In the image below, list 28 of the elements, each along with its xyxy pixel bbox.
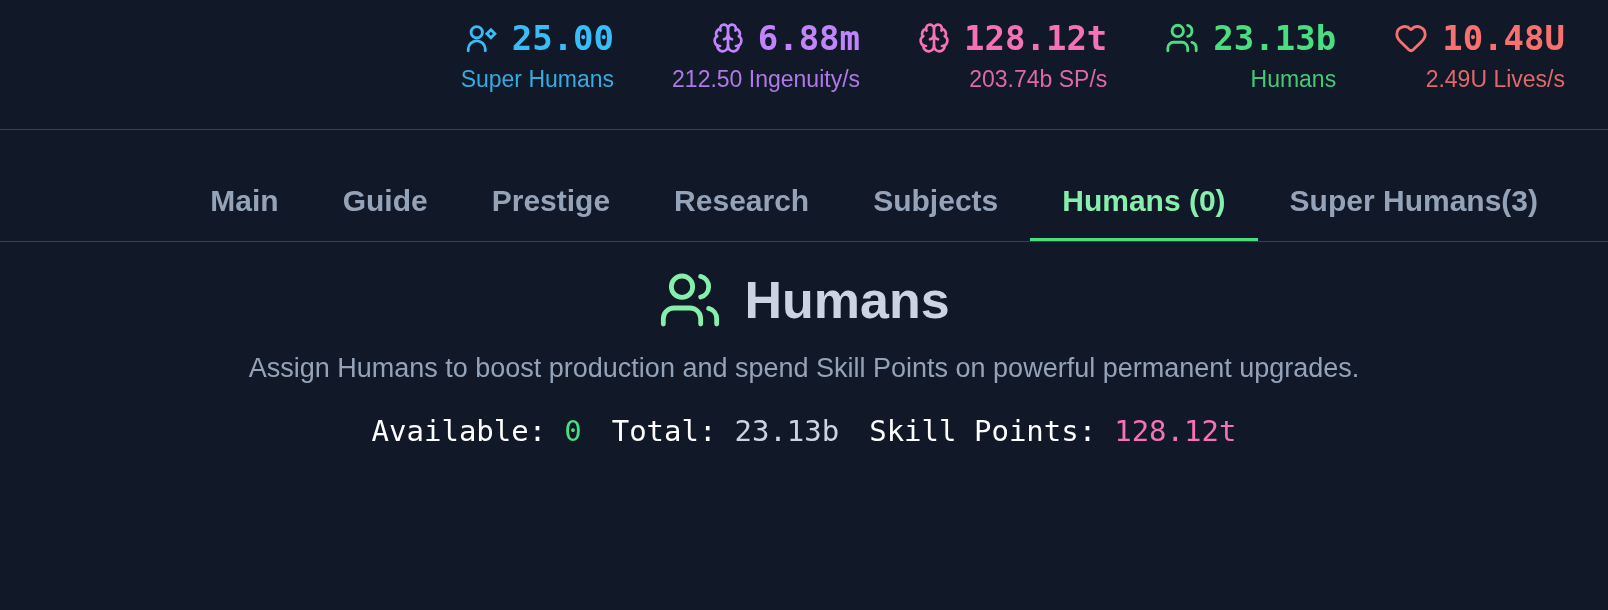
summary-value: 128.12t	[1114, 413, 1237, 448]
tab[interactable]: Prestige	[459, 166, 643, 241]
section-description: Assign Humans to boost production and spend Skill Points on powerful permanent upgrades.	[248, 352, 1360, 385]
stat-label: 2.49U Lives/s	[1425, 66, 1565, 93]
users-icon	[1165, 21, 1200, 55]
summary-value: 23.13b	[734, 413, 840, 448]
stat-value: 10.48U	[1442, 18, 1565, 58]
tab[interactable]: Super Humans(3)	[1257, 166, 1570, 241]
tab[interactable]: Main	[178, 166, 311, 241]
tab[interactable]: Humans (0)	[1030, 166, 1258, 241]
summary-value: 0	[564, 413, 582, 448]
tab[interactable]: Guide	[310, 166, 460, 241]
stat-label: Super Humans	[460, 66, 615, 93]
tab[interactable]: Research	[642, 166, 842, 241]
stat-value: 128.12t	[964, 18, 1108, 58]
stat-value: 25.00	[511, 18, 615, 58]
summary-label: Available:	[371, 413, 547, 448]
stat-value: 23.13b	[1213, 18, 1337, 58]
brain-icon	[918, 22, 951, 54]
stat-label: 212.50 Ingenuity/s	[672, 66, 861, 93]
summary-label: Total:	[611, 413, 717, 448]
brain-icon	[711, 22, 744, 54]
stat-value: 6.88m	[757, 18, 861, 58]
stat-label: 203.74b SP/s	[969, 66, 1108, 93]
stat-label: Humans	[1250, 66, 1337, 93]
section-title: Humans	[744, 270, 950, 330]
tab[interactable]: Subjects	[841, 166, 1031, 241]
summary-label: Skill Points:	[869, 413, 1097, 448]
